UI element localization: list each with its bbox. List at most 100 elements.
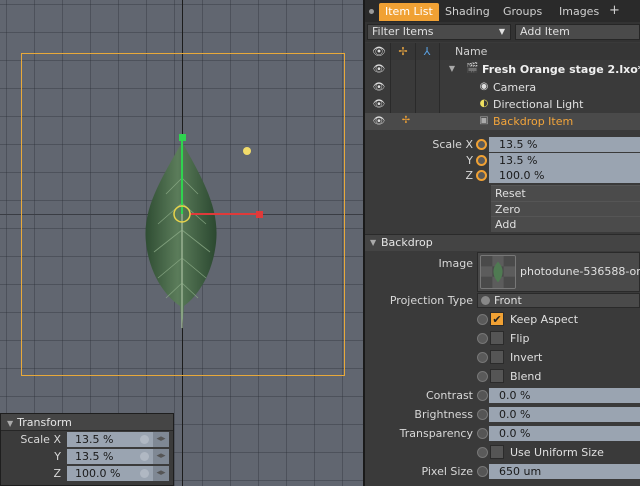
uniform-size-label: Use Uniform Size [510, 446, 604, 459]
tab-shading[interactable]: Shading [439, 3, 496, 21]
invert-checkbox[interactable] [490, 350, 504, 364]
uniform-size-channel-icon[interactable] [477, 447, 488, 458]
zero-button[interactable]: Zero [491, 201, 640, 217]
scale-x-field[interactable]: 13.5 % [489, 137, 640, 152]
light-icon: ◐ [479, 98, 489, 109]
scale-x-reset-icon[interactable] [140, 435, 149, 444]
transform-header[interactable]: ▼ Transform [1, 414, 173, 431]
keep-aspect-toggle[interactable]: ✔ Keep Aspect [477, 312, 640, 327]
flip-label: Flip [510, 332, 530, 345]
contrast-label: Contrast [425, 389, 473, 402]
pixel-size-row: Pixel Size 650 um [365, 463, 640, 480]
light-handle-icon[interactable] [243, 147, 251, 155]
contrast-field[interactable]: 0.0 % [489, 388, 640, 403]
transform-scale-x-row: Scale X 13.5 % ◂▸ [1, 432, 173, 448]
add-button[interactable]: Add [491, 216, 640, 232]
lock-icon[interactable]: ✢ [400, 115, 412, 127]
scale-y-channel-icon[interactable] [476, 155, 487, 166]
add-tab-button[interactable]: + [603, 2, 626, 20]
scene-name: Fresh Orange stage 2.lxo* [482, 63, 640, 76]
properties-panel: Item List Shading Groups Images + Filter… [365, 0, 640, 486]
scale-z-reset-icon[interactable] [140, 469, 149, 478]
list-item-directional-light[interactable]: 👁 ◐ Directional Light [365, 96, 640, 113]
keep-aspect-channel-icon[interactable] [477, 314, 488, 325]
transparency-field[interactable]: 0.0 % [489, 426, 640, 441]
brightness-channel-icon[interactable] [477, 409, 488, 420]
scale-x-arrows-icon[interactable]: ◂▸ [153, 432, 169, 447]
visibility-eye-icon[interactable]: 👁 [371, 114, 387, 129]
scale-y-field[interactable]: 13.5 % [489, 153, 640, 168]
filter-row: Filter Items ▼ Add Item [365, 22, 640, 42]
visibility-eye-icon[interactable]: 👁 [371, 97, 387, 112]
backdrop-name: Backdrop Item [493, 115, 574, 128]
invert-toggle[interactable]: Invert [477, 350, 640, 365]
blend-channel-icon[interactable] [477, 371, 488, 382]
tab-bar: Item List Shading Groups Images + [365, 0, 640, 22]
reset-row: Reset [365, 185, 640, 202]
scale-x-label: Scale X [20, 433, 61, 446]
transparency-channel-icon[interactable] [477, 428, 488, 439]
flip-channel-icon[interactable] [477, 333, 488, 344]
camera-name: Camera [493, 81, 537, 94]
visibility-eye-icon[interactable]: 👁 [371, 62, 387, 77]
pixel-size-channel-icon[interactable] [477, 466, 488, 477]
pixel-size-label: Pixel Size [421, 465, 473, 478]
scale-z-label: Z [465, 169, 473, 182]
tab-images[interactable]: Images [553, 3, 605, 21]
list-item-scene[interactable]: 👁 ▼ 🎬 Fresh Orange stage 2.lxo* [365, 61, 640, 78]
backdrop-section-header[interactable]: ▼ Backdrop [365, 234, 640, 251]
light-name: Directional Light [493, 98, 584, 111]
blend-checkbox[interactable] [490, 369, 504, 383]
visibility-eye-icon[interactable]: 👁 [369, 44, 389, 59]
lock-icon[interactable]: ✢ [393, 44, 413, 59]
backdrop-icon: ▣ [479, 115, 489, 126]
transform-scale-z-row: Z 100.0 % ◂▸ [1, 466, 173, 482]
list-item-backdrop[interactable]: 👁 ✢ ▣ Backdrop Item [365, 113, 640, 130]
scale-z-label: Z [53, 467, 61, 480]
scale-z-field[interactable]: 100.0 % [489, 168, 640, 183]
contrast-channel-icon[interactable] [477, 390, 488, 401]
scale-y-arrows-icon[interactable]: ◂▸ [153, 449, 169, 464]
blend-toggle[interactable]: Blend [477, 369, 640, 384]
scale-y-label: Y [54, 450, 61, 463]
uniform-size-toggle[interactable]: Use Uniform Size [477, 445, 640, 460]
projection-dropdown[interactable]: Front [477, 293, 640, 308]
brightness-row: Brightness 0.0 % [365, 406, 640, 423]
scale-x-label: Scale X [432, 138, 473, 151]
uniform-size-row: Use Uniform Size [365, 444, 640, 461]
scale-z-arrows-icon[interactable]: ◂▸ [153, 466, 169, 481]
expand-arrow-icon[interactable]: ▼ [446, 63, 458, 75]
add-row: Add [365, 216, 640, 233]
image-label: Image [438, 257, 473, 270]
checkmark-icon[interactable]: ✔ [490, 312, 504, 326]
tab-menu-icon[interactable] [369, 9, 374, 14]
backdrop-section-title: Backdrop [381, 236, 433, 249]
flip-toggle[interactable]: Flip [477, 331, 640, 346]
image-thumbnail [480, 255, 516, 289]
projection-channel-icon [481, 296, 490, 305]
visibility-eye-icon[interactable]: 👁 [371, 80, 387, 95]
pixel-size-field[interactable]: 650 um [489, 464, 640, 479]
invert-channel-icon[interactable] [477, 352, 488, 363]
invert-label: Invert [510, 351, 543, 364]
keep-aspect-row: ✔ Keep Aspect [365, 311, 640, 328]
chevron-down-icon: ▼ [498, 27, 505, 36]
projection-label: Projection Type [389, 294, 473, 307]
filter-items-dropdown[interactable]: Filter Items ▼ [367, 24, 511, 40]
tab-groups[interactable]: Groups [497, 3, 548, 21]
scale-z-channel-icon[interactable] [476, 170, 487, 181]
brightness-field[interactable]: 0.0 % [489, 407, 640, 422]
axes-icon[interactable]: ⅄ [417, 44, 437, 59]
list-item-camera[interactable]: 👁 ◉ Camera [365, 79, 640, 96]
uniform-size-checkbox[interactable] [490, 445, 504, 459]
scale-x-channel-icon[interactable] [476, 139, 487, 150]
projection-row: Projection Type Front [365, 292, 640, 309]
transform-title: Transform [17, 416, 72, 429]
3d-viewport[interactable]: ▼ Transform Scale X 13.5 % ◂▸ Y 13.5 % ◂▸… [0, 0, 363, 486]
flip-checkbox[interactable] [490, 331, 504, 345]
reset-button[interactable]: Reset [491, 185, 640, 201]
name-column-header[interactable]: Name [455, 43, 487, 60]
tab-item-list[interactable]: Item List [379, 3, 439, 21]
scale-y-reset-icon[interactable] [140, 452, 149, 461]
add-item-button[interactable]: Add Item [515, 24, 640, 40]
